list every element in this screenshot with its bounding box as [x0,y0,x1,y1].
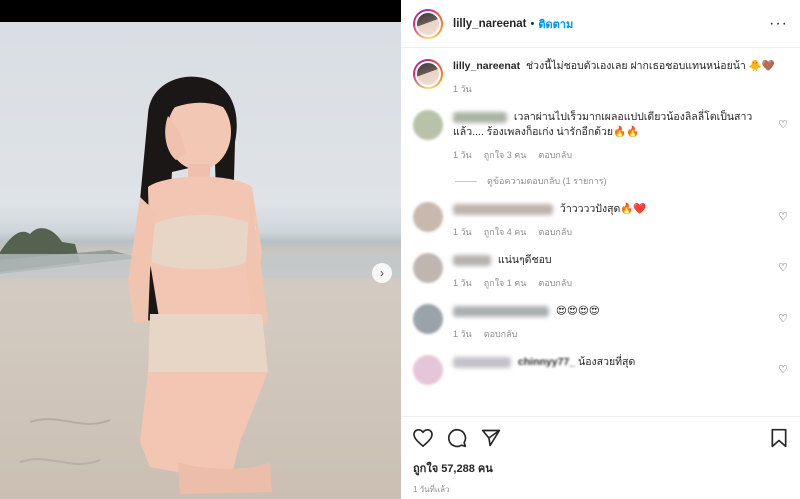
heart-icon[interactable] [413,429,433,447]
comment-time: 1 วัน [453,227,472,237]
author-avatar[interactable] [413,8,443,39]
commenter-name-blurred[interactable] [453,111,507,123]
follow-button[interactable]: ติดตาม [538,15,573,33]
posted-time[interactable]: 1 วันที่แล้ว [413,483,788,496]
commenter-avatar[interactable] [413,304,443,334]
bookmark-icon[interactable] [770,428,788,448]
post-header: lilly_nareenat • ติดตาม ··· [401,0,800,48]
more-options-icon[interactable]: ··· [769,15,788,33]
comment-likes[interactable]: ถูกใจ 3 คน [484,148,527,162]
caption-avatar[interactable] [413,59,443,89]
comment-item: แน่นๆดีชอบ 1 วัน ถูกใจ 1 คน ตอบกลับ ♡ [413,253,788,290]
caption-time: 1 วัน [453,84,472,94]
commenter-name-blurred[interactable] [453,254,491,266]
comment-item: เวลาผ่านไปเร็วมากเผลอแปปเดียวน้องลิลลี่โ… [413,110,788,162]
post-caption: lilly_nareenat ช่วงนี้ไม่ชอบตัวเองเลย ฝา… [413,49,788,96]
photo-illustration [0,76,401,494]
view-replies[interactable]: ดูข้อความตอบกลับ (1 รายการ) [455,174,788,188]
post-side-panel: lilly_nareenat • ติดตาม ··· lilly_nareen… [401,0,800,499]
comment-like-heart-icon[interactable]: ♡ [778,261,788,274]
caption-username[interactable]: lilly_nareenat [453,60,520,72]
comment-like-heart-icon[interactable]: ♡ [778,118,788,131]
reply-button[interactable]: ตอบกลับ [538,276,572,290]
caption-text-block: lilly_nareenat ช่วงนี้ไม่ชอบตัวเองเลย ฝา… [453,59,775,74]
commenter-name-blurred[interactable] [453,356,511,368]
reply-button[interactable]: ตอบกลับ [538,148,572,162]
reply-button[interactable]: ตอบกลับ [484,327,518,341]
comment-text: ว้าววววปังสุด🔥❤️ [559,203,647,215]
comment-time: 1 วัน [453,278,472,288]
instagram-post: › lilly_nareenat • ติดตาม ··· lilly_nare… [0,0,800,499]
comment-like-heart-icon[interactable]: ♡ [778,363,788,376]
comment-time: 1 วัน [453,150,472,160]
caption-text: ช่วงนี้ไม่ชอบตัวเองเลย ฝากเธอชอบแทนหน่อย… [526,60,775,72]
comment-text: น้องสวยที่สุด [578,356,636,368]
comment-time: 1 วัน [453,329,472,339]
comment-item: chinnyy77_ น้องสวยที่สุด ♡ [413,355,788,385]
commenter-avatar[interactable] [413,110,443,140]
commenter-name-blurred[interactable] [453,203,553,215]
commenter-name-blurred[interactable] [453,305,549,317]
comment-likes[interactable]: ถูกใจ 1 คน [484,276,527,290]
action-icons-row [413,427,788,449]
replies-line [455,180,477,182]
separator-dot: • [530,17,535,30]
chevron-right-icon: › [380,266,384,280]
reply-button[interactable]: ตอบกลับ [538,225,572,239]
post-photo [0,22,401,499]
comments-list: lilly_nareenat ช่วงนี้ไม่ชอบตัวเองเลย ฝา… [401,49,800,416]
send-icon[interactable] [481,428,501,448]
comment-icon[interactable] [447,428,467,448]
comment-like-heart-icon[interactable]: ♡ [778,312,788,325]
comment-item: ว้าววววปังสุด🔥❤️ 1 วัน ถูกใจ 4 คน ตอบกลั… [413,202,788,239]
post-media: › [0,0,401,499]
comment-like-heart-icon[interactable]: ♡ [778,210,788,223]
comment-likes[interactable]: ถูกใจ 4 คน [484,225,527,239]
commenter-avatar[interactable] [413,355,443,385]
commenter-name-partial[interactable]: chinnyy77_ [518,356,575,368]
commenter-avatar[interactable] [413,202,443,232]
post-actions: ถูกใจ 57,288 คน 1 วันที่แล้ว [401,416,800,496]
comment-text: 😍😍😍😍 [555,305,600,317]
comment-item: 😍😍😍😍 1 วัน ตอบกลับ ♡ [413,304,788,341]
likes-count[interactable]: ถูกใจ 57,288 คน [413,459,788,477]
author-username[interactable]: lilly_nareenat [453,18,527,30]
comment-text: แน่นๆดีชอบ [497,254,552,266]
commenter-avatar[interactable] [413,253,443,283]
view-replies-label[interactable]: ดูข้อความตอบกลับ (1 รายการ) [487,174,607,188]
next-image-button[interactable]: › [372,263,392,283]
